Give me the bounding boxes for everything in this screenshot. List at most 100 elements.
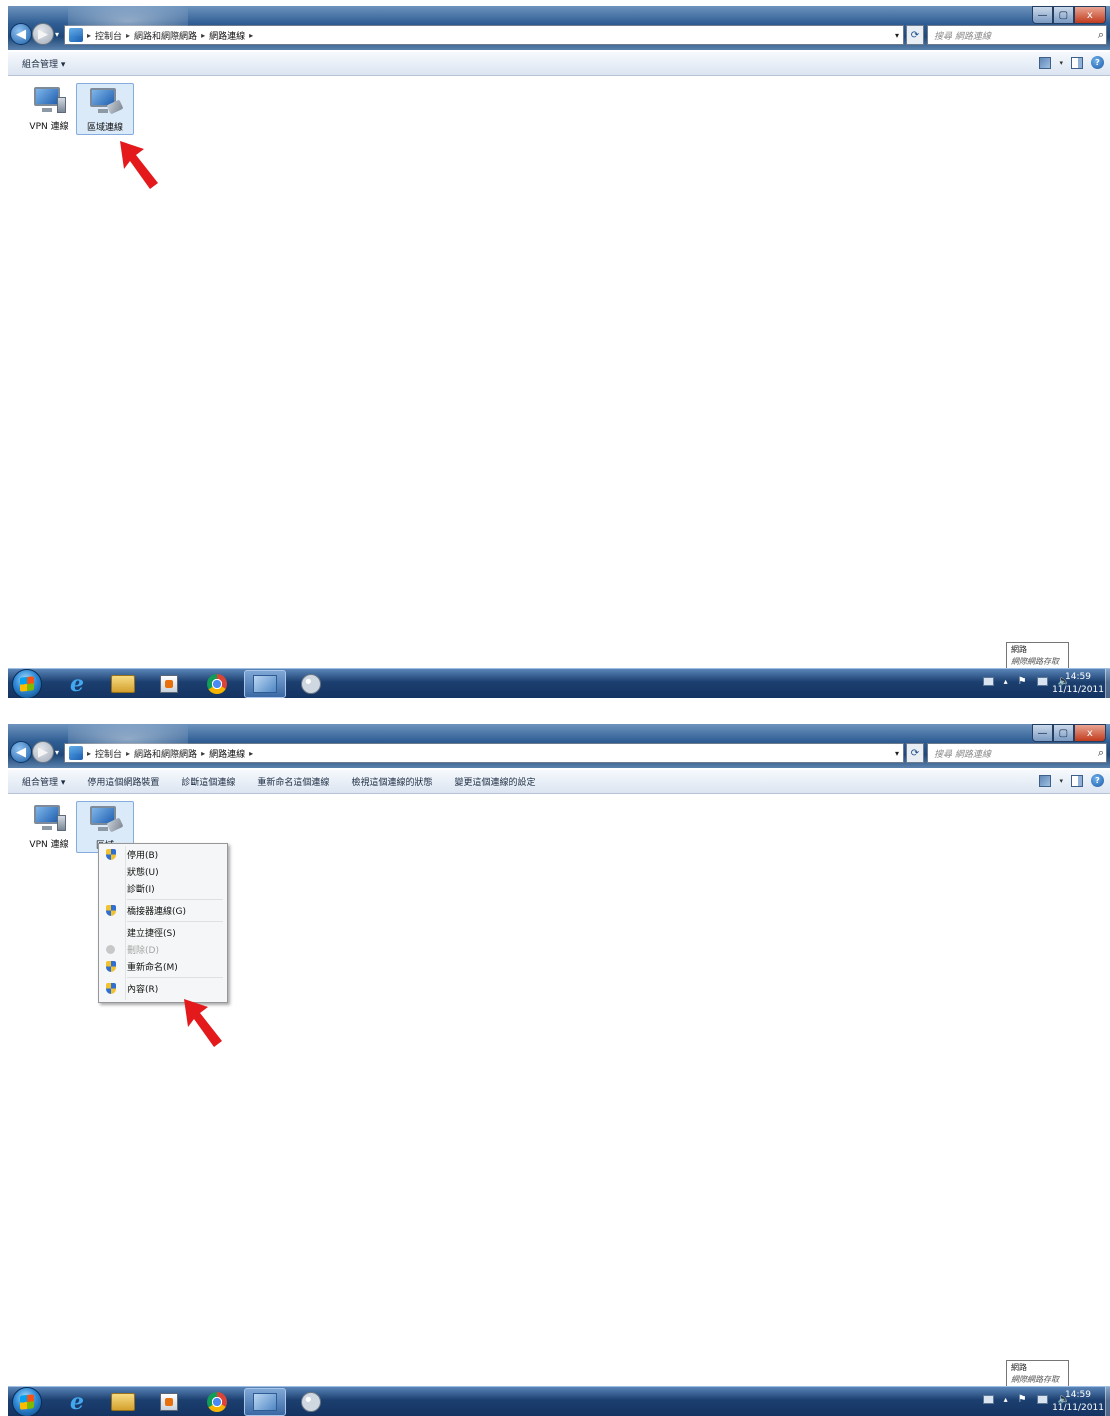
breadcrumb-separator-icon[interactable]: ▸: [201, 31, 205, 40]
local-area-connection-icon: [88, 86, 124, 118]
close-button[interactable]: x: [1073, 6, 1106, 24]
taskbar-chrome[interactable]: [196, 1388, 238, 1416]
taskbar-paint[interactable]: [290, 1388, 332, 1416]
recent-pages-dropdown[interactable]: ▾: [55, 30, 59, 39]
action-center-flag-icon[interactable]: ⚑: [1018, 676, 1027, 687]
menu-item-create-shortcut[interactable]: 建立捷徑(S): [99, 924, 227, 941]
help-icon[interactable]: ?: [1091, 774, 1104, 787]
network-tray-icon[interactable]: [1036, 677, 1048, 686]
rename-connection-button[interactable]: 重新命名這個連線: [257, 775, 329, 788]
back-button[interactable]: ◀: [10, 23, 32, 45]
maximize-button[interactable]: ▢: [1052, 724, 1074, 742]
maximize-button[interactable]: ▢: [1052, 6, 1074, 24]
change-settings-button[interactable]: 變更這個連線的設定: [454, 775, 535, 788]
breadcrumb-separator-icon[interactable]: ▸: [201, 749, 205, 758]
start-button[interactable]: [12, 1387, 42, 1416]
diagnose-connection-button[interactable]: 診斷這個連線: [181, 775, 235, 788]
breadcrumb-separator-icon[interactable]: ▸: [249, 749, 253, 758]
breadcrumb-separator-icon[interactable]: ▸: [126, 31, 130, 40]
change-view-icon[interactable]: [1039, 56, 1052, 69]
clock-date: 11/11/2011: [1052, 1403, 1104, 1413]
taskbar-windows-explorer[interactable]: [102, 670, 144, 698]
search-icon[interactable]: ⌕: [1098, 28, 1104, 42]
menu-item-bridge-connections[interactable]: 橋接器連線(G): [99, 902, 227, 919]
breadcrumb-separator-icon[interactable]: ▸: [249, 31, 253, 40]
address-dropdown-icon[interactable]: ▾: [891, 26, 903, 44]
vpn-connection-item[interactable]: VPN 連線: [20, 83, 78, 135]
taskbar-media-player[interactable]: [148, 670, 190, 698]
menu-item-diagnose[interactable]: 診斷(I): [99, 880, 227, 897]
system-clock[interactable]: 14:59 11/11/2011: [1048, 1389, 1108, 1415]
breadcrumb-control-panel[interactable]: 控制台: [95, 747, 122, 760]
action-center-flag-icon[interactable]: ⚑: [1018, 1394, 1027, 1405]
show-desktop-button[interactable]: [1105, 669, 1110, 698]
preview-pane-icon[interactable]: [1071, 56, 1083, 69]
system-clock[interactable]: 14:59 11/11/2011: [1048, 671, 1108, 697]
file-list-area[interactable]: VPN 連線 區域 停用(B) 狀態(U) 診斷(I) 橋接器連線(G): [8, 795, 1110, 1385]
back-button[interactable]: ◀: [10, 741, 32, 763]
help-icon[interactable]: ?: [1091, 56, 1104, 69]
taskbar-network-connections[interactable]: [244, 1388, 286, 1416]
organize-menu-button[interactable]: 組合管理 ▾: [22, 775, 65, 788]
breadcrumb-separator-icon[interactable]: ▸: [126, 749, 130, 758]
address-bar[interactable]: ▸ 控制台 ▸ 網路和網際網路 ▸ 網路連線 ▸ ▾: [64, 743, 904, 763]
refresh-button[interactable]: ⟳: [906, 25, 924, 45]
media-player-icon: [160, 1393, 178, 1411]
search-icon[interactable]: ⌕: [1098, 746, 1104, 760]
local-area-connection-item[interactable]: 區域連線: [76, 83, 134, 135]
window-titlebar[interactable]: — ▢ x ◀ ▶ ▾ ▸ 控制台 ▸ 網路和網際網路 ▸ 網路連線 ▸ ▾ ⟳…: [8, 6, 1110, 50]
screenshot-2-context-menu: — ▢ x ◀ ▶ ▾ ▸ 控制台 ▸ 網路和網際網路 ▸ 網路連線 ▸ ▾ ⟳…: [8, 724, 1110, 1416]
search-input[interactable]: 搜尋 網路連線 ⌕: [927, 743, 1107, 763]
uac-shield-icon: [106, 983, 116, 994]
view-dropdown-icon[interactable]: ▾: [1059, 777, 1063, 785]
vpn-connection-item[interactable]: VPN 連線: [20, 801, 78, 853]
disable-device-button[interactable]: 停用這個網路裝置: [87, 775, 159, 788]
taskbar-windows-explorer[interactable]: [102, 1388, 144, 1416]
minimize-button[interactable]: —: [1032, 6, 1053, 24]
minimize-button[interactable]: —: [1032, 724, 1053, 742]
forward-button[interactable]: ▶: [32, 741, 54, 763]
command-bar-right: ▾ ?: [1039, 774, 1104, 787]
forward-button[interactable]: ▶: [32, 23, 54, 45]
breadcrumb-network-and-internet[interactable]: 網路和網際網路: [134, 747, 197, 760]
address-bar[interactable]: ▸ 控制台 ▸ 網路和網際網路 ▸ 網路連線 ▸ ▾: [64, 25, 904, 45]
organize-menu-button[interactable]: 組合管理 ▾: [22, 57, 65, 70]
keyboard-icon[interactable]: [982, 677, 994, 686]
menu-item-status[interactable]: 狀態(U): [99, 863, 227, 880]
breadcrumb-network-and-internet[interactable]: 網路和網際網路: [134, 29, 197, 42]
taskbar: e ▴ ⚑ 🔈 14:59 11/11/2011: [8, 1386, 1110, 1416]
close-button[interactable]: x: [1073, 724, 1106, 742]
search-input[interactable]: 搜尋 網路連線 ⌕: [927, 25, 1107, 45]
breadcrumb-control-panel[interactable]: 控制台: [95, 29, 122, 42]
taskbar-internet-explorer[interactable]: e: [56, 1388, 98, 1416]
menu-item-rename[interactable]: 重新命名(M): [99, 958, 227, 975]
file-list-area[interactable]: VPN 連線 區域連線: [8, 77, 1110, 667]
breadcrumb-separator-icon[interactable]: ▸: [87, 749, 91, 758]
menu-item-disable[interactable]: 停用(B): [99, 846, 227, 863]
keyboard-icon[interactable]: [982, 1395, 994, 1404]
refresh-icon: ⟳: [910, 747, 920, 759]
change-view-icon[interactable]: [1039, 774, 1052, 787]
show-hidden-icons-icon[interactable]: ▴: [1004, 677, 1008, 686]
breadcrumb-separator-icon[interactable]: ▸: [87, 31, 91, 40]
view-status-button[interactable]: 檢視這個連線的狀態: [351, 775, 432, 788]
taskbar-paint[interactable]: [290, 670, 332, 698]
start-button[interactable]: [12, 669, 42, 698]
taskbar-internet-explorer[interactable]: e: [56, 670, 98, 698]
refresh-button[interactable]: ⟳: [906, 743, 924, 763]
taskbar-chrome[interactable]: [196, 670, 238, 698]
show-hidden-icons-icon[interactable]: ▴: [1004, 1395, 1008, 1404]
taskbar-network-connections[interactable]: [244, 670, 286, 698]
recent-pages-dropdown[interactable]: ▾: [55, 748, 59, 757]
menu-item-label: 診斷(I): [127, 885, 155, 895]
search-placeholder: 搜尋 網路連線: [934, 749, 991, 760]
window-titlebar[interactable]: — ▢ x ◀ ▶ ▾ ▸ 控制台 ▸ 網路和網際網路 ▸ 網路連線 ▸ ▾ ⟳…: [8, 724, 1110, 768]
preview-pane-icon[interactable]: [1071, 774, 1083, 787]
breadcrumb-network-connections[interactable]: 網路連線: [209, 747, 245, 760]
breadcrumb-network-connections[interactable]: 網路連線: [209, 29, 245, 42]
show-desktop-button[interactable]: [1105, 1387, 1110, 1416]
address-dropdown-icon[interactable]: ▾: [891, 744, 903, 762]
network-tray-icon[interactable]: [1036, 1395, 1048, 1404]
taskbar-media-player[interactable]: [148, 1388, 190, 1416]
view-dropdown-icon[interactable]: ▾: [1059, 59, 1063, 67]
